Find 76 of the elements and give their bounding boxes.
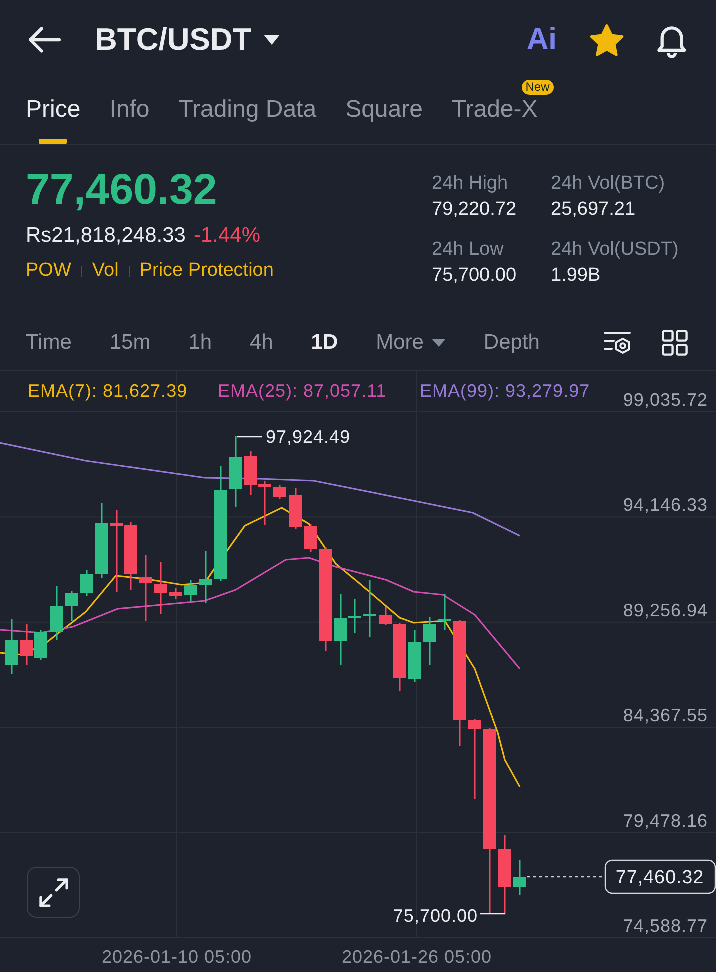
new-badge: New — [522, 80, 554, 95]
leader-line — [237, 436, 262, 438]
candle — [438, 594, 452, 630]
indicator-settings-icon[interactable] — [603, 330, 632, 356]
expand-button[interactable] — [27, 867, 80, 918]
candle — [66, 591, 78, 621]
caret-icon — [432, 338, 446, 346]
candle — [514, 860, 526, 895]
candle — [34, 630, 48, 660]
candle — [20, 624, 34, 665]
interval-tab[interactable]: Depth — [484, 330, 540, 354]
left-arrow-icon[interactable] — [29, 27, 61, 53]
time-axis-label: 2026-01-26 05:00 — [342, 947, 492, 967]
stat-value: 79,220.72 — [432, 198, 518, 222]
candle — [274, 485, 286, 499]
stat-value: 75,700.00 — [432, 264, 518, 288]
interval-tab[interactable]: 4h — [250, 330, 274, 354]
caret-icon — [264, 35, 280, 45]
low-price-label: 75,700.00 — [393, 906, 478, 926]
candle — [170, 588, 182, 599]
price-axis-label: 89,256.94 — [623, 600, 708, 620]
fiat-price: Rs21,818,248.33 — [26, 224, 186, 247]
candle — [230, 436, 242, 507]
price-axis-label: 84,367.55 — [623, 706, 708, 726]
pair-selector[interactable]: BTC/USDT — [95, 22, 280, 58]
tab[interactable]: Trade-X — [452, 95, 538, 144]
candle — [80, 570, 94, 596]
candle — [408, 630, 422, 682]
tag-link[interactable]: Price Protection — [140, 258, 274, 284]
ai-button[interactable]: Ai — [527, 23, 557, 57]
interval-tab[interactable]: Time — [26, 330, 72, 354]
candle — [50, 586, 64, 640]
candle — [258, 481, 272, 525]
candle — [290, 488, 302, 529]
last-price-tag: 77,460.32 — [604, 860, 716, 894]
tab[interactable]: Price — [26, 95, 81, 144]
tag-link[interactable]: POW — [26, 258, 72, 284]
candle — [244, 451, 258, 495]
candle — [6, 619, 18, 674]
candle — [424, 617, 436, 665]
stat-label: 24h Low — [432, 238, 505, 262]
expand-icon — [38, 878, 68, 908]
price-change: -1.44% — [194, 224, 261, 247]
ema-legend-label: EMA(25): 87,057.11 — [218, 381, 387, 401]
tab[interactable]: Square — [346, 95, 423, 144]
candle — [304, 524, 318, 552]
candle — [124, 522, 138, 590]
time-axis-label: 2026-01-10 05:00 — [102, 947, 252, 967]
tab[interactable]: Trading Data — [178, 95, 317, 144]
leader-line — [480, 913, 505, 915]
star-icon[interactable] — [590, 24, 624, 56]
interval-tab[interactable]: 1h — [188, 330, 212, 354]
high-price-label: 97,924.49 — [266, 427, 351, 447]
tag-link[interactable]: Vol — [92, 258, 119, 284]
candle — [140, 555, 152, 621]
price-axis-label: 74,588.77 — [623, 916, 708, 936]
grid-icon[interactable] — [662, 330, 688, 356]
price-axis-label: 79,478.16 — [623, 810, 708, 831]
stat-label: 24h Vol(BTC) — [551, 172, 666, 196]
stat-value: 1.99B — [551, 264, 602, 288]
price-axis-label: 94,146.33 — [623, 495, 708, 516]
last-price: 77,460.32 — [26, 167, 218, 213]
stat-label: 24h Vol(USDT) — [551, 238, 680, 262]
ema-legend-label: EMA(7): 81,627.39 — [28, 381, 188, 401]
interval-tab[interactable]: More — [376, 330, 446, 354]
interval-tab[interactable]: 1D — [311, 330, 338, 354]
tab[interactable]: Info — [110, 95, 150, 144]
candle — [154, 562, 168, 614]
ema-legend-label: EMA(99): 93,279.97 — [420, 381, 590, 401]
price-axis-label: 99,035.72 — [623, 390, 708, 410]
candle — [184, 580, 198, 601]
candle — [200, 551, 212, 603]
interval-tab[interactable]: 15m — [110, 330, 151, 354]
stat-value: 25,697.21 — [551, 198, 637, 222]
stat-label: 24h High — [432, 172, 510, 196]
candle — [364, 580, 376, 637]
